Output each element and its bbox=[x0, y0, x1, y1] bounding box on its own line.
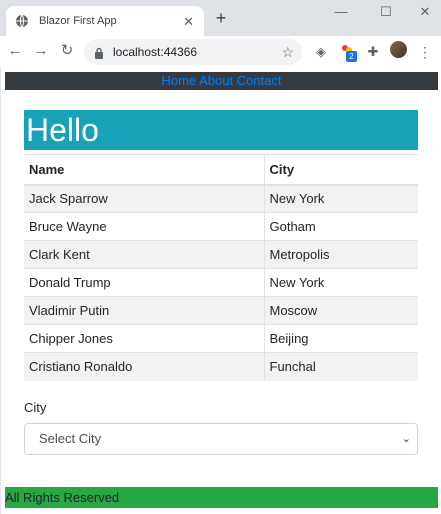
city-label: City bbox=[24, 400, 47, 415]
city-select-value: Select City bbox=[39, 431, 102, 446]
forward-button[interactable]: → bbox=[32, 42, 50, 60]
name-cell: Bruce Wayne bbox=[24, 212, 265, 241]
top-navbar: Home About Contact bbox=[5, 72, 438, 90]
browser-toolbar: ← → ↻ localhost:44366 ☆ ◈ 2 ✚ ⋮ bbox=[0, 36, 441, 68]
table-row: Vladimir Putin Moscow bbox=[24, 296, 418, 325]
city-cell: Moscow bbox=[264, 296, 418, 325]
back-button[interactable]: ← bbox=[6, 42, 24, 60]
shield-extension-icon[interactable]: ◈ bbox=[312, 43, 330, 61]
url-text: localhost:44366 bbox=[113, 45, 198, 59]
page-content: Home About Contact Hello Name City Jack … bbox=[0, 68, 441, 514]
new-tab-button[interactable]: + bbox=[212, 9, 230, 27]
lock-icon bbox=[94, 46, 104, 59]
name-cell: Vladimir Putin bbox=[24, 296, 265, 325]
table-row: Cristiano Ronaldo Funchal bbox=[24, 352, 418, 381]
name-cell: Cristiano Ronaldo bbox=[24, 352, 265, 381]
minimize-button[interactable]: — bbox=[331, 4, 351, 19]
table-row: Donald Trump New York bbox=[24, 268, 418, 297]
browser-menu-icon[interactable]: ⋮ bbox=[418, 43, 432, 61]
city-cell: Funchal bbox=[264, 352, 418, 381]
city-cell: Beijing bbox=[264, 324, 418, 353]
table-row: Bruce Wayne Gotham bbox=[24, 212, 418, 241]
city-cell: New York bbox=[264, 268, 418, 297]
city-cell: Metropolis bbox=[264, 240, 418, 269]
address-bar[interactable]: localhost:44366 ☆ bbox=[84, 39, 302, 65]
tab-title: Blazor First App bbox=[39, 15, 117, 27]
reload-button[interactable]: ↻ bbox=[58, 42, 76, 60]
name-cell: Chipper Jones bbox=[24, 324, 265, 353]
page-heading: Hello bbox=[24, 110, 418, 150]
table-row: Clark Kent Metropolis bbox=[24, 240, 418, 269]
nav-link-about[interactable]: About bbox=[199, 73, 233, 88]
maximize-button[interactable]: ☐ bbox=[376, 4, 396, 20]
nav-link-home[interactable]: Home bbox=[161, 73, 196, 88]
browser-tab[interactable]: Blazor First App ✕ bbox=[6, 6, 204, 36]
name-cell: Donald Trump bbox=[24, 268, 265, 297]
extension-badge: 2 bbox=[346, 51, 357, 62]
table-row: Jack Sparrow New York bbox=[24, 184, 418, 213]
name-cell: Clark Kent bbox=[24, 240, 265, 269]
column-header-name: Name bbox=[24, 154, 265, 186]
extension-with-badge[interactable]: 2 bbox=[338, 43, 357, 62]
bookmark-star-icon[interactable]: ☆ bbox=[281, 44, 294, 61]
people-table: Name City Jack Sparrow New York Bruce Wa… bbox=[24, 154, 418, 381]
city-select[interactable]: Select City ⌄ bbox=[24, 423, 418, 455]
table-row: Chipper Jones Beijing bbox=[24, 324, 418, 353]
browser-titlebar: Blazor First App ✕ + — ☐ ✕ bbox=[0, 0, 441, 36]
page-footer: All Rights Reserved bbox=[5, 487, 438, 508]
city-cell: Gotham bbox=[264, 212, 418, 241]
column-header-city: City bbox=[264, 154, 418, 186]
table-header-row: Name City bbox=[24, 154, 418, 186]
profile-avatar[interactable] bbox=[390, 41, 407, 58]
globe-icon bbox=[15, 14, 29, 28]
chevron-down-icon: ⌄ bbox=[401, 433, 411, 445]
puzzle-extensions-icon[interactable]: ✚ bbox=[364, 43, 382, 61]
window-close-button[interactable]: ✕ bbox=[415, 4, 435, 20]
name-cell: Jack Sparrow bbox=[24, 184, 265, 213]
nav-link-contact[interactable]: Contact bbox=[237, 73, 282, 88]
city-cell: New York bbox=[264, 184, 418, 213]
tab-close-icon[interactable]: ✕ bbox=[183, 15, 194, 28]
